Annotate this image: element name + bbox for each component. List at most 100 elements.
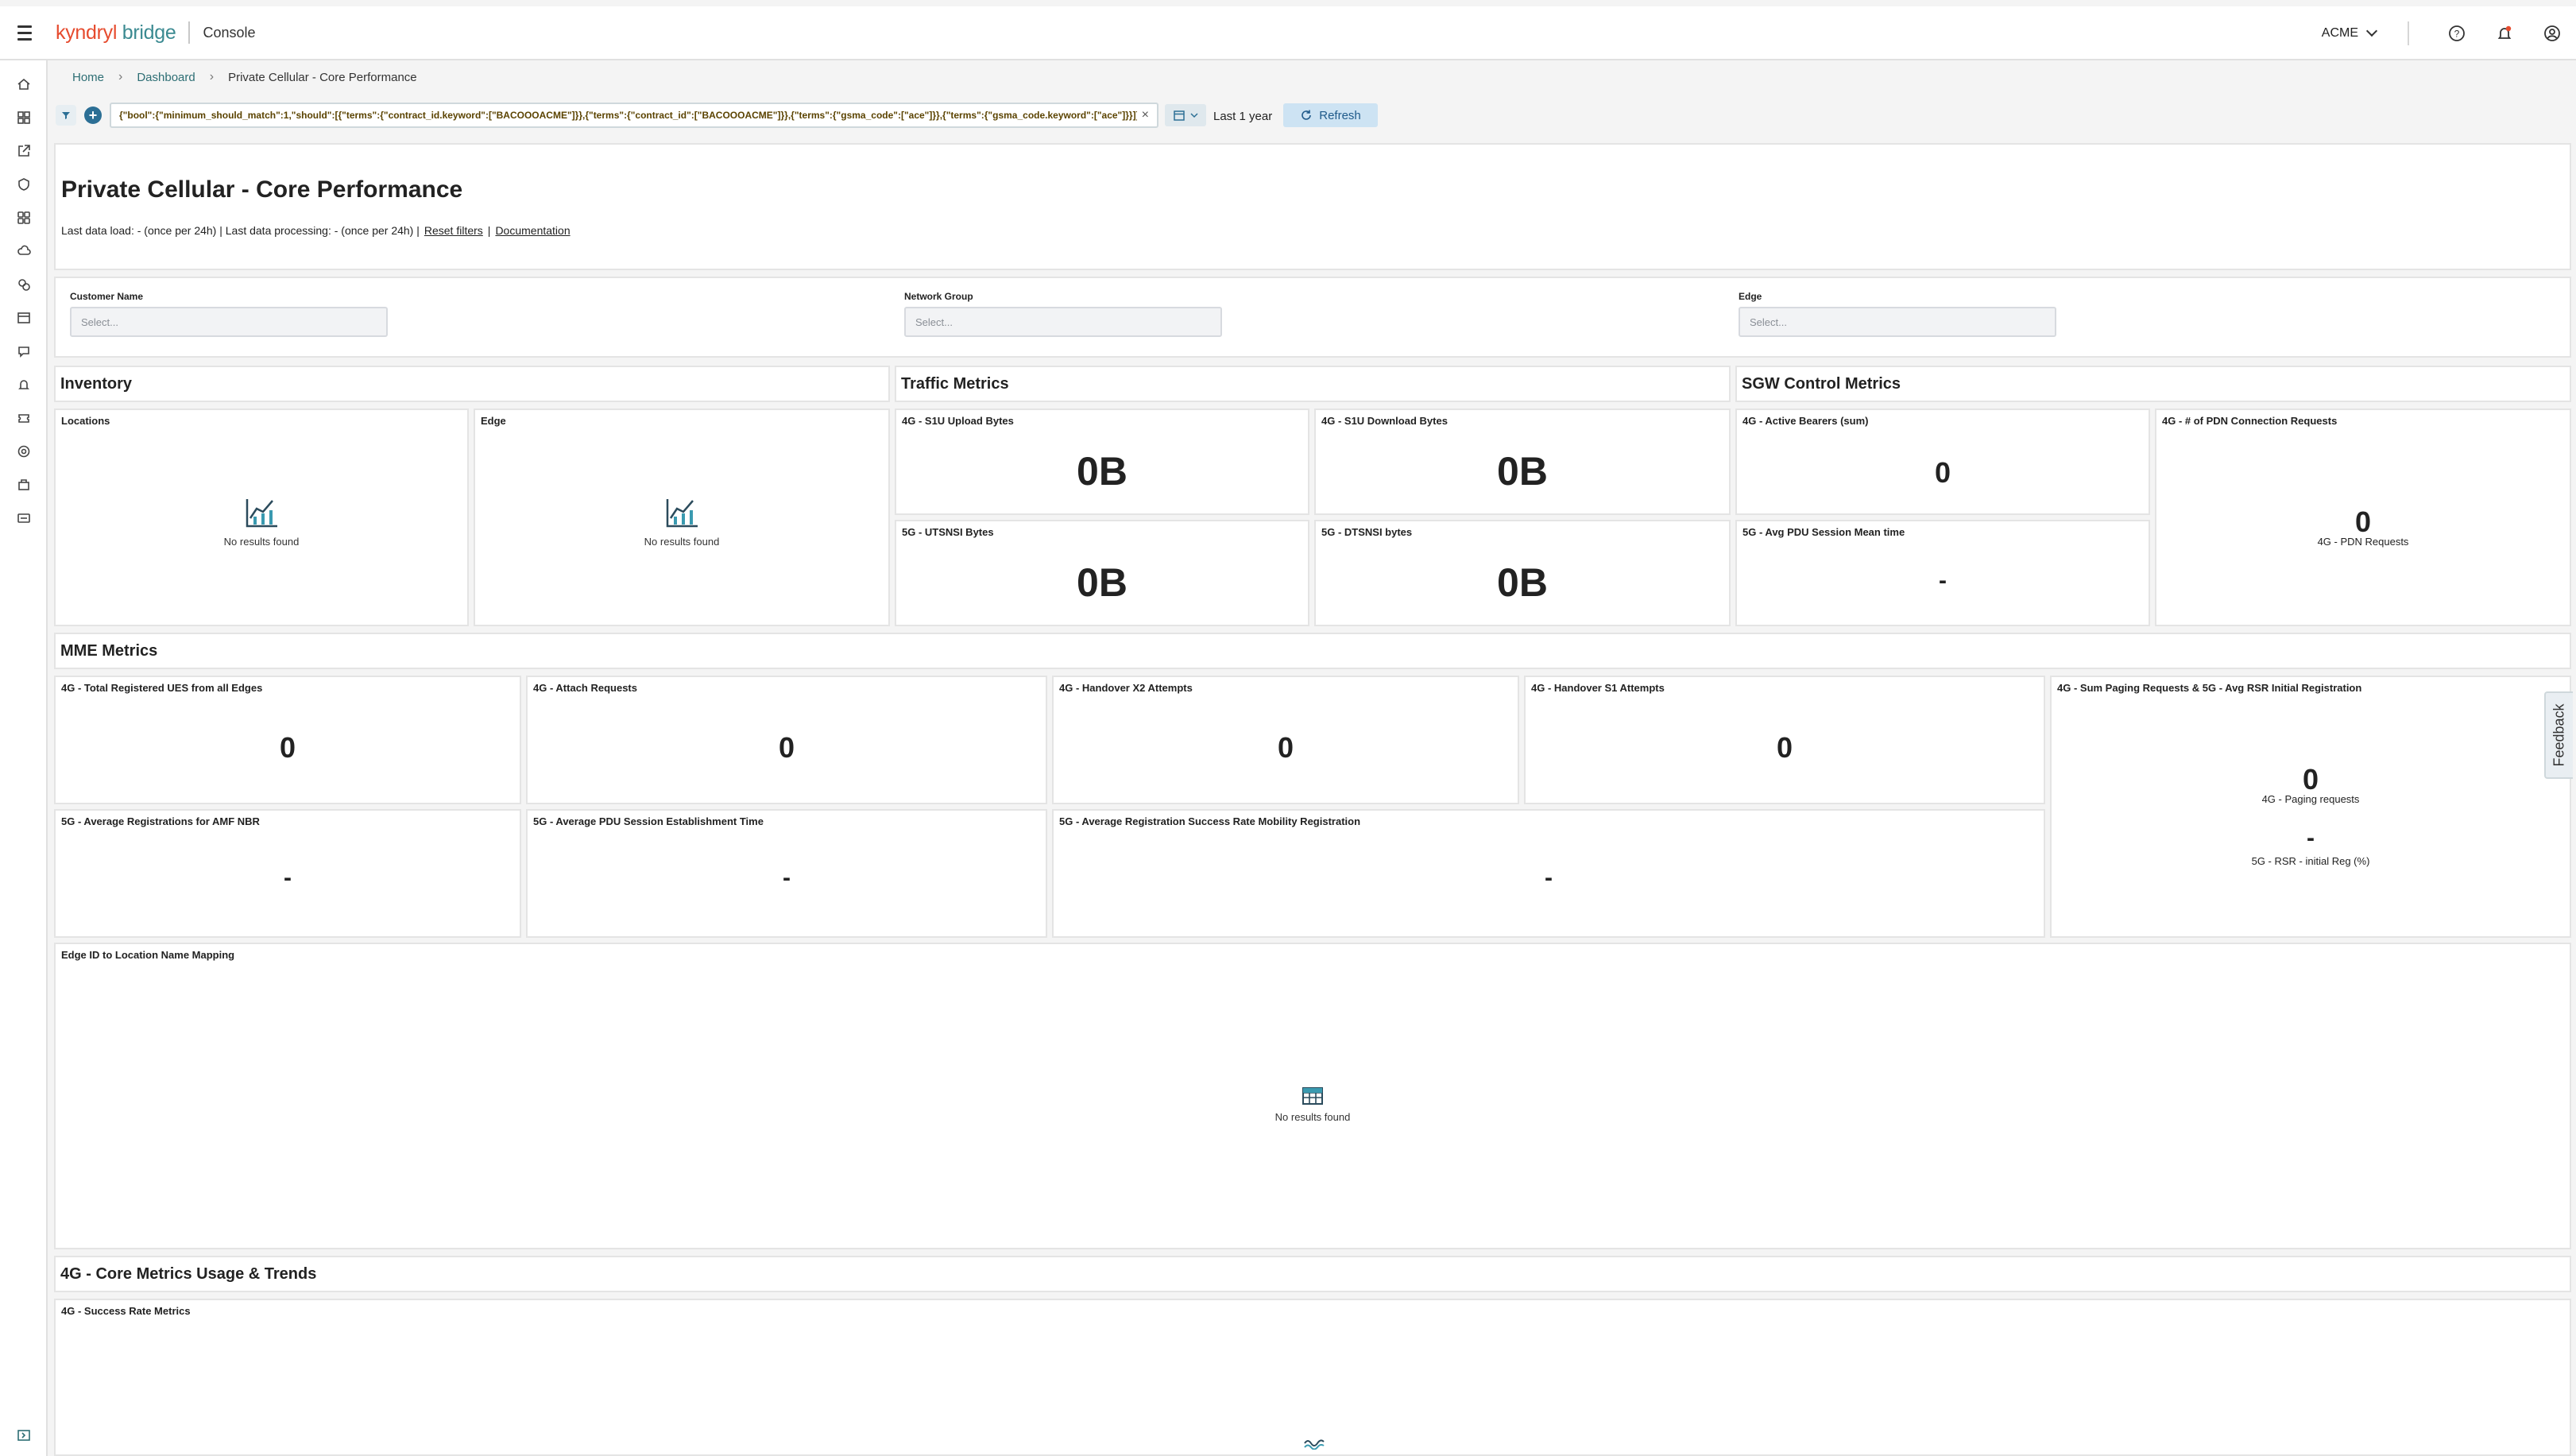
- breadcrumb-dashboard[interactable]: Dashboard: [137, 71, 195, 84]
- section-traffic-metrics: Traffic Metrics: [895, 366, 1731, 402]
- brand-part2: bridge: [122, 21, 176, 44]
- user-icon[interactable]: [2528, 25, 2576, 42]
- metric-caption: 5G - RSR - initial Reg (%): [2251, 855, 2370, 867]
- utsnsi-panel: 5G - UTSNSI Bytes 0B: [895, 520, 1309, 626]
- launch-icon[interactable]: [16, 143, 32, 159]
- dashboard-header: Private Cellular - Core Performance Last…: [54, 143, 2571, 270]
- services-icon[interactable]: [16, 277, 32, 292]
- section-title: Traffic Metrics: [901, 375, 1009, 393]
- sidebar: [0, 60, 48, 1456]
- empty-state: No results found: [56, 1087, 2570, 1123]
- inventory-icon[interactable]: [16, 477, 32, 493]
- panel-title: 5G - Average PDU Session Establishment T…: [533, 815, 764, 827]
- handover-s1-panel: 4G - Handover S1 Attempts 0: [1524, 676, 2045, 804]
- refresh-button[interactable]: Refresh: [1283, 103, 1378, 127]
- settings-icon[interactable]: [16, 443, 32, 459]
- panel-title: 4G - Attach Requests: [533, 682, 637, 694]
- registered-ues-panel: 4G - Total Registered UES from all Edges…: [54, 676, 521, 804]
- svg-text:?: ?: [2454, 29, 2460, 40]
- filter-icon[interactable]: [56, 105, 76, 126]
- feedback-tab[interactable]: Feedback: [2544, 691, 2573, 779]
- metric-value: -: [2307, 825, 2315, 851]
- network-group-select[interactable]: Select...: [904, 307, 1222, 337]
- panel-title: 5G - UTSNSI Bytes: [902, 526, 994, 538]
- meta-separator: |: [487, 224, 491, 237]
- panel-title: Edge ID to Location Name Mapping: [61, 949, 235, 961]
- metric-value: 0: [2302, 763, 2319, 796]
- chevron-down-icon: [2365, 25, 2378, 37]
- panel-title: 5G - Average Registration Success Rate M…: [1059, 815, 1361, 827]
- chat-icon[interactable]: [16, 343, 32, 359]
- panel-title: 5G - Avg PDU Session Mean time: [1742, 526, 1905, 538]
- date-range-label[interactable]: Last 1 year: [1213, 110, 1272, 123]
- breadcrumb: Home › Dashboard › Private Cellular - Co…: [72, 70, 417, 84]
- panel-title: 4G - S1U Download Bytes: [1321, 415, 1448, 427]
- metric-value: -: [783, 865, 791, 891]
- dtsnsi-panel: 5G - DTSNSI bytes 0B: [1314, 520, 1731, 626]
- amf-nbr-panel: 5G - Average Registrations for AMF NBR -: [54, 809, 521, 938]
- panel-title: 4G - Success Rate Metrics: [61, 1305, 191, 1317]
- panel-title: 4G - Handover S1 Attempts: [1531, 682, 1665, 694]
- section-sgw-control-metrics: SGW Control Metrics: [1735, 366, 2571, 402]
- panel-title: 4G - Active Bearers (sum): [1742, 415, 1869, 427]
- chevron-down-icon: [1190, 113, 1198, 118]
- mobility-registration-panel: 5G - Average Registration Success Rate M…: [1052, 809, 2045, 938]
- query-input[interactable]: {"bool":{"minimum_should_match":1,"shoul…: [110, 103, 1158, 128]
- brand-logo[interactable]: kyndryl bridge: [56, 21, 176, 45]
- edge-panel: Edge No results found: [474, 409, 890, 626]
- metric-value: 0: [1934, 456, 1951, 489]
- add-filter-button[interactable]: +: [84, 106, 102, 124]
- menu-icon[interactable]: [17, 25, 40, 41]
- data-status-line: Last data load: - (once per 24h) | Last …: [61, 224, 571, 237]
- apps-icon[interactable]: [16, 210, 32, 226]
- section-title: Inventory: [60, 375, 133, 393]
- metric-value: 0B: [1077, 449, 1127, 494]
- metric-value: -: [284, 865, 292, 891]
- metric-value: 0: [1776, 731, 1793, 764]
- data-status-text: Last data load: - (once per 24h) | Last …: [61, 224, 420, 237]
- chart-empty-icon: [246, 499, 277, 528]
- clear-query-icon[interactable]: ×: [1142, 108, 1149, 122]
- s1u-download-panel: 4G - S1U Download Bytes 0B: [1314, 409, 1731, 515]
- account-name: ACME: [2321, 26, 2358, 40]
- metric-value: 0B: [1077, 560, 1127, 605]
- documentation-link[interactable]: Documentation: [495, 224, 570, 237]
- metric-value: 0: [778, 731, 795, 764]
- account-switcher[interactable]: ACME: [2321, 25, 2378, 41]
- customer-name-select[interactable]: Select...: [70, 307, 388, 337]
- catalog-icon[interactable]: [16, 310, 32, 326]
- empty-text: No results found: [644, 536, 720, 548]
- cloud-icon[interactable]: [16, 243, 32, 259]
- network-group-label: Network Group: [904, 291, 973, 302]
- customer-name-label: Customer Name: [70, 291, 144, 302]
- section-inventory: Inventory: [54, 366, 890, 402]
- panel-title: 4G - Sum Paging Requests & 5G - Avg RSR …: [2057, 682, 2362, 694]
- card-icon[interactable]: [16, 510, 32, 526]
- handover-x2-panel: 4G - Handover X2 Attempts 0: [1052, 676, 1519, 804]
- edge-select[interactable]: Select...: [1739, 307, 2056, 337]
- reset-filters-link[interactable]: Reset filters: [424, 224, 483, 237]
- panel-title: 4G - Total Registered UES from all Edges: [61, 682, 263, 694]
- top-bar: kyndryl bridge Console ACME ?: [0, 6, 2576, 60]
- metric-value: 0: [2354, 505, 2372, 538]
- attach-requests-panel: 4G - Attach Requests 0: [526, 676, 1047, 804]
- s1u-upload-panel: 4G - S1U Upload Bytes 0B: [895, 409, 1309, 515]
- refresh-label: Refresh: [1319, 108, 1361, 122]
- metric-value: 0B: [1497, 449, 1548, 494]
- collapse-icon[interactable]: [16, 1427, 32, 1443]
- panel-title: 4G - Handover X2 Attempts: [1059, 682, 1193, 694]
- help-icon[interactable]: ?: [2433, 25, 2481, 42]
- date-picker-button[interactable]: [1165, 104, 1206, 126]
- metric-caption: 4G - PDN Requests: [2317, 536, 2409, 548]
- breadcrumb-home[interactable]: Home: [72, 71, 104, 84]
- empty-text: No results found: [223, 536, 300, 548]
- notification-icon[interactable]: [2481, 25, 2528, 42]
- metric-value: 0: [279, 731, 296, 764]
- shield-icon[interactable]: [16, 176, 32, 192]
- ticket-icon[interactable]: [16, 410, 32, 426]
- filter-bar: + {"bool":{"minimum_should_match":1,"sho…: [0, 100, 2576, 134]
- metric-caption: 4G - Paging requests: [2261, 793, 2360, 805]
- page-title: Private Cellular - Core Performance: [61, 176, 463, 203]
- alert-icon[interactable]: [16, 377, 32, 393]
- home-icon[interactable]: [16, 76, 32, 92]
